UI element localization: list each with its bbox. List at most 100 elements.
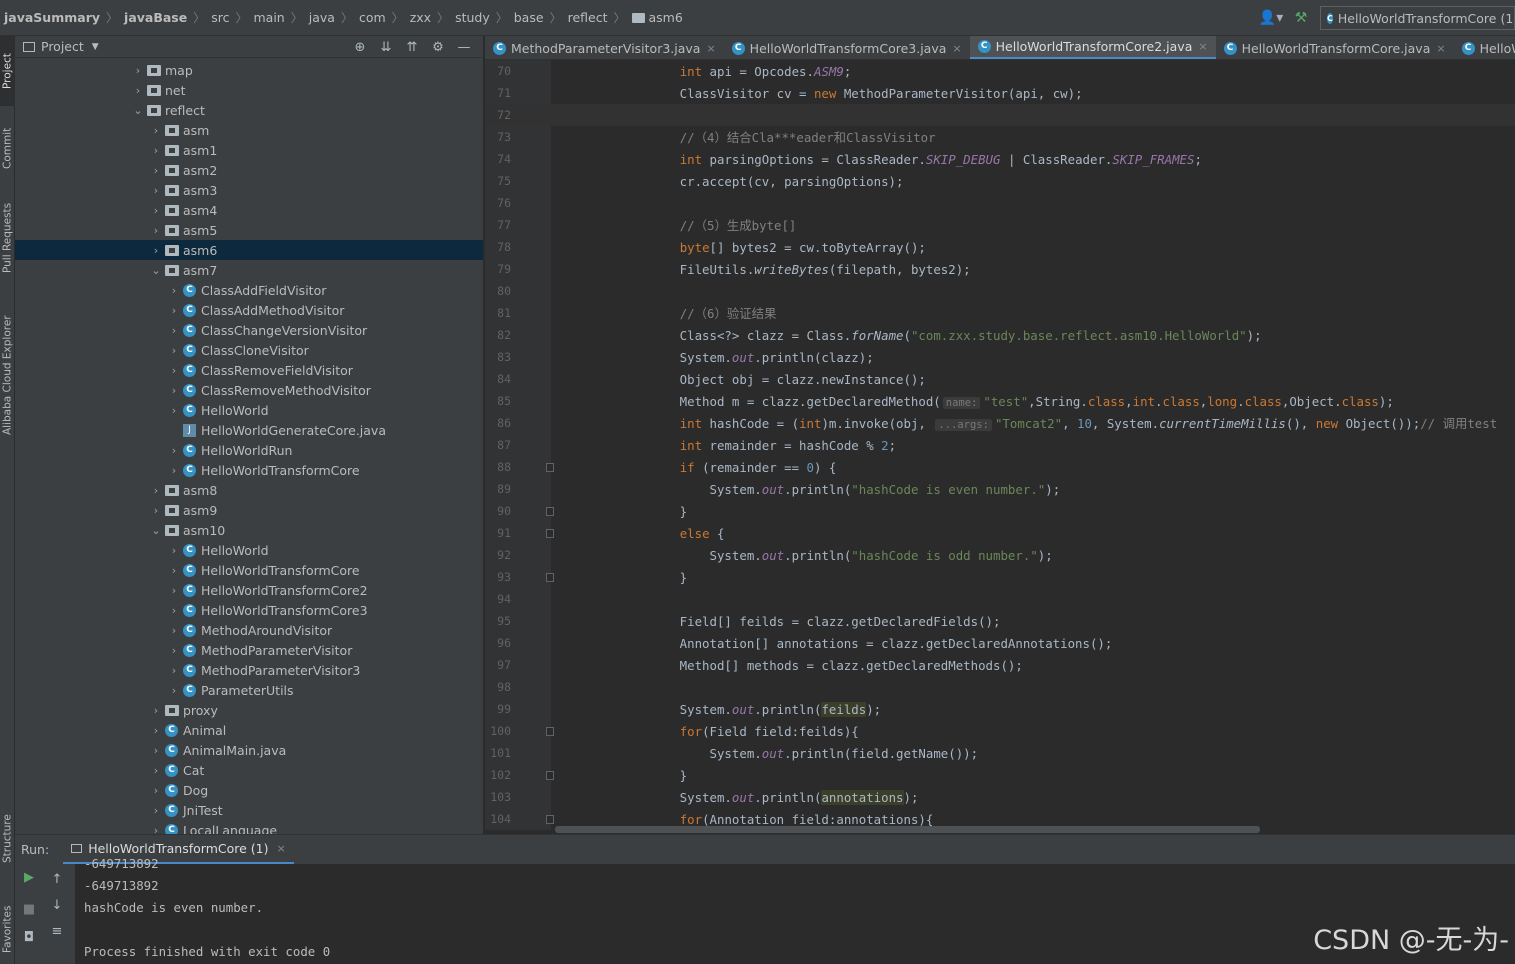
tree-item[interactable]: › C HelloWorldTransformCore3	[15, 600, 483, 620]
code-line[interactable]: 75 cr.accept(cv, parsingOptions);	[485, 170, 1515, 192]
tree-item[interactable]: › C Dog	[15, 780, 483, 800]
code-line[interactable]: 82 Class<?> clazz = Class.forName("com.z…	[485, 324, 1515, 346]
chevron-right-icon[interactable]: ›	[149, 224, 163, 237]
chevron-right-icon[interactable]: ›	[131, 64, 145, 77]
tool-tab-structure[interactable]: Structure	[0, 808, 15, 870]
fold-marker-icon[interactable]	[546, 529, 554, 538]
tree-item[interactable]: › C LocalLanguage	[15, 820, 483, 834]
tree-item[interactable]: ⌄ reflect	[15, 100, 483, 120]
tree-item[interactable]: › C ClassChangeVersionVisitor	[15, 320, 483, 340]
tree-item[interactable]: › C ClassRemoveFieldVisitor	[15, 360, 483, 380]
tree-item[interactable]: › C MethodAroundVisitor	[15, 620, 483, 640]
chevron-right-icon[interactable]: ›	[131, 84, 145, 97]
chevron-right-icon[interactable]: ›	[167, 364, 181, 377]
tree-item[interactable]: › C MethodParameterVisitor3	[15, 660, 483, 680]
editor-tab[interactable]: C HelloWorld.j	[1454, 36, 1515, 59]
chevron-right-icon[interactable]: ›	[149, 744, 163, 757]
chevron-right-icon[interactable]: ›	[149, 724, 163, 737]
rerun-icon[interactable]: ▶	[17, 866, 41, 888]
chevron-right-icon[interactable]: ›	[167, 684, 181, 697]
breadcrumb-item[interactable]: src	[211, 10, 229, 25]
tree-item[interactable]: › C AnimalMain.java	[15, 740, 483, 760]
breadcrumb-item[interactable]: javaSummary	[4, 10, 100, 25]
tree-item[interactable]: › map	[15, 60, 483, 80]
fold-marker-icon[interactable]	[546, 815, 554, 824]
tree-item[interactable]: › asm	[15, 120, 483, 140]
tool-tab-alibaba-cloud-explorer[interactable]: Alibaba Cloud Explorer	[0, 298, 15, 453]
code-line[interactable]: 73 //（4）结合Cla***eader和ClassVisitor	[485, 126, 1515, 148]
tool-tab-pull-requests[interactable]: Pull Requests	[0, 192, 15, 284]
user-icon[interactable]: 👤▾	[1256, 6, 1286, 30]
chevron-right-icon[interactable]: ›	[149, 244, 163, 257]
soft-wrap-icon[interactable]: ≡	[45, 920, 69, 942]
close-icon[interactable]: ×	[952, 42, 961, 55]
tree-item[interactable]: › proxy	[15, 700, 483, 720]
tree-item[interactable]: › C ClassAddMethodVisitor	[15, 300, 483, 320]
locate-target-icon[interactable]: ⊕	[347, 40, 373, 55]
close-icon[interactable]: ×	[1436, 42, 1445, 55]
tree-item[interactable]: › asm6	[15, 240, 483, 260]
fold-marker-icon[interactable]	[546, 771, 554, 780]
chevron-right-icon[interactable]: ›	[167, 664, 181, 677]
hammer-build-icon[interactable]: ⚒	[1286, 6, 1316, 30]
tree-item[interactable]: › C ClassAddFieldVisitor	[15, 280, 483, 300]
camera-icon[interactable]: ◘	[17, 926, 41, 948]
tree-item[interactable]: › C ClassCloneVisitor	[15, 340, 483, 360]
tree-item[interactable]: ⌄ asm7	[15, 260, 483, 280]
chevron-right-icon[interactable]: ›	[167, 304, 181, 317]
expand-all-icon[interactable]: ⇊	[373, 40, 399, 55]
chevron-right-icon[interactable]: ›	[149, 784, 163, 797]
breadcrumb-item[interactable]: com	[359, 10, 386, 25]
code-line[interactable]: 79 FileUtils.writeBytes(filepath, bytes2…	[485, 258, 1515, 280]
close-icon[interactable]: ×	[276, 842, 285, 855]
tree-item[interactable]: › C HelloWorld	[15, 540, 483, 560]
breadcrumb-item[interactable]: main	[254, 10, 285, 25]
arrow-down-icon[interactable]: ↓	[45, 894, 69, 916]
editor-tab[interactable]: C HelloWorldTransformCore2.java ×	[969, 36, 1216, 59]
code-line[interactable]: 78 byte[] bytes2 = cw.toByteArray();	[485, 236, 1515, 258]
chevron-right-icon[interactable]: ›	[167, 604, 181, 617]
fold-marker-icon[interactable]	[546, 463, 554, 472]
tree-item[interactable]: › C Cat	[15, 760, 483, 780]
code-line[interactable]: 90 }	[485, 500, 1515, 522]
chevron-down-icon[interactable]: ⌄	[149, 264, 163, 277]
tool-tab-favorites[interactable]: Favorites	[0, 894, 15, 964]
tree-item[interactable]: › C JniTest	[15, 800, 483, 820]
tree-item[interactable]: J HelloWorldGenerateCore.java	[15, 420, 483, 440]
run-configuration-select[interactable]: C HelloWorldTransformCore (1)	[1320, 6, 1515, 30]
tree-item[interactable]: › C HelloWorldTransformCore	[15, 560, 483, 580]
tree-item[interactable]: › asm2	[15, 160, 483, 180]
editor-horizontal-scrollbar[interactable]	[555, 826, 1260, 833]
code-area[interactable]: 70 int api = Opcodes.ASM9; 71 ClassVisito…	[485, 60, 1515, 830]
chevron-right-icon[interactable]: ›	[149, 204, 163, 217]
chevron-right-icon[interactable]: ›	[149, 484, 163, 497]
tree-item[interactable]: › asm4	[15, 200, 483, 220]
code-line[interactable]: 87 int remainder = hashCode % 2;	[485, 434, 1515, 456]
tree-item[interactable]: › C HelloWorldRun	[15, 440, 483, 460]
chevron-right-icon[interactable]: ›	[167, 544, 181, 557]
chevron-right-icon[interactable]: ›	[167, 644, 181, 657]
code-line[interactable]: 102 }	[485, 764, 1515, 786]
chevron-right-icon[interactable]: ›	[167, 344, 181, 357]
tree-item[interactable]: › asm5	[15, 220, 483, 240]
chevron-down-icon[interactable]: ⌄	[131, 104, 145, 117]
tree-item[interactable]: › C Animal	[15, 720, 483, 740]
code-line[interactable]: 95 Field[] feilds = clazz.getDeclaredFie…	[485, 610, 1515, 632]
tree-item[interactable]: › C ClassRemoveMethodVisitor	[15, 380, 483, 400]
chevron-right-icon[interactable]: ›	[167, 564, 181, 577]
code-line[interactable]: 74 int parsingOptions = ClassReader.SKIP…	[485, 148, 1515, 170]
breadcrumb-item[interactable]: javaBase	[124, 10, 187, 25]
code-line[interactable]: 101 System.out.println(field.getName());	[485, 742, 1515, 764]
chevron-right-icon[interactable]: ›	[167, 324, 181, 337]
chevron-right-icon[interactable]: ›	[167, 444, 181, 457]
fold-marker-icon[interactable]	[546, 727, 554, 736]
chevron-down-icon[interactable]: ⌄	[149, 524, 163, 537]
code-line[interactable]: 70 int api = Opcodes.ASM9;	[485, 60, 1515, 82]
code-line[interactable]: 76	[485, 192, 1515, 214]
tree-item[interactable]: › C HelloWorld	[15, 400, 483, 420]
code-line[interactable]: 99 System.out.println(feilds);	[485, 698, 1515, 720]
code-line[interactable]: 84 Object obj = clazz.newInstance();	[485, 368, 1515, 390]
chevron-right-icon[interactable]: ›	[149, 764, 163, 777]
tree-item[interactable]: ⌄ asm10	[15, 520, 483, 540]
chevron-right-icon[interactable]: ›	[149, 504, 163, 517]
